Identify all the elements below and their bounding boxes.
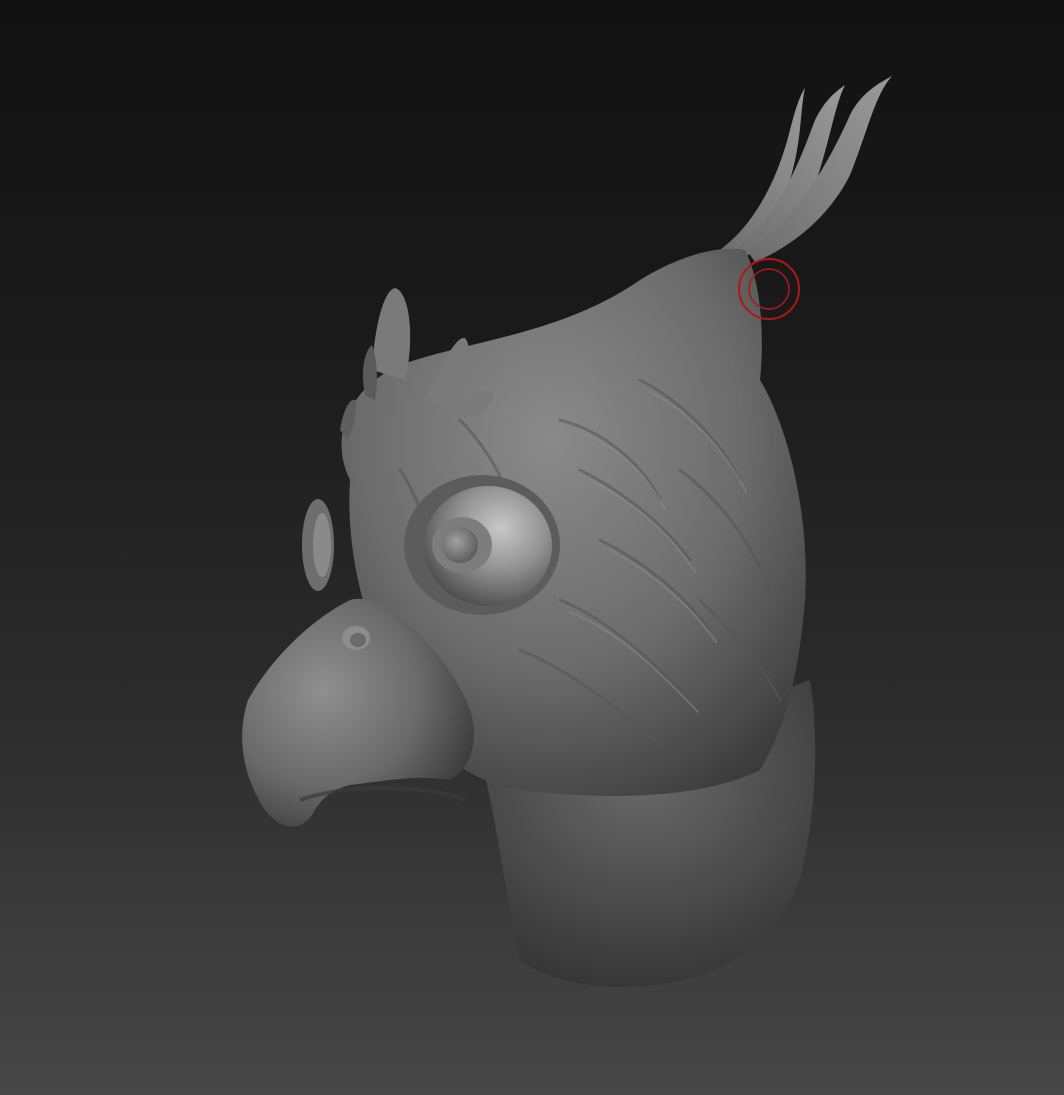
crest-feathers	[720, 76, 892, 262]
sculpt-viewport[interactable]	[0, 0, 1064, 1095]
eye-pupil	[442, 527, 478, 563]
model-canvas[interactable]	[0, 0, 1064, 1095]
